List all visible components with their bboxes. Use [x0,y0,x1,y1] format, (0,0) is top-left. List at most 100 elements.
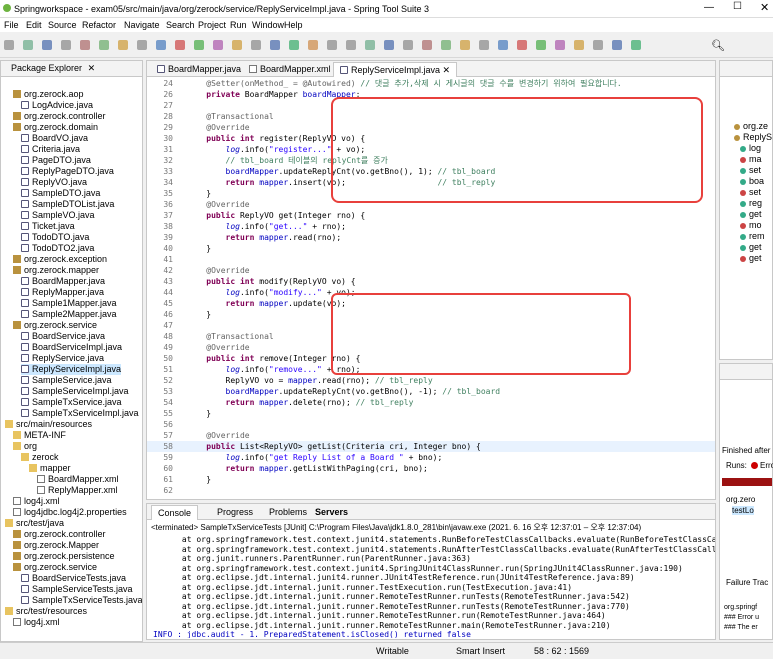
toolbar-tool-icon[interactable] [156,40,166,50]
tree-item[interactable]: SampleDTOList.java [21,199,114,210]
tree-item[interactable]: BoardMapper.xml [37,474,119,485]
quick-access-search-icon[interactable]: 🔍︎ [711,39,725,52]
tree-item[interactable]: org [13,441,37,452]
tree-item[interactable]: SampleServiceImpl.java [21,386,129,397]
tree-item[interactable]: SampleServiceTests.java [21,584,133,595]
outline-item[interactable]: org.ze [734,121,768,132]
menu-item-source[interactable]: Source [48,20,77,30]
toolbar-tool-icon[interactable] [403,40,413,50]
outline-item[interactable]: log [740,143,761,154]
outline-item[interactable]: reg [740,198,762,209]
toolbar-tool-icon[interactable] [80,40,90,50]
tree-item[interactable]: log4j.xml [13,617,60,628]
outline-item[interactable]: set [740,165,761,176]
outline-item[interactable]: boa [740,176,764,187]
toolbar-tool-icon[interactable] [251,40,261,50]
toolbar-tool-icon[interactable] [232,40,242,50]
tree-item[interactable]: zerock [21,452,59,463]
toolbar-tool-icon[interactable] [460,40,470,50]
tree-item[interactable]: ReplyService.java [21,353,104,364]
outline-item[interactable]: set [740,187,761,198]
editor-tab[interactable]: ReplyServiceImpl.java ✕ [333,62,458,77]
toolbar-tool-icon[interactable] [23,40,33,50]
tree-item[interactable]: org.zerock.aop [13,89,84,100]
tree-item[interactable]: BoardMapper.java [21,276,105,287]
tree-item[interactable]: BoardServiceImpl.java [21,342,122,353]
toolbar-tool-icon[interactable] [631,40,641,50]
outline-item[interactable]: ma [740,154,762,165]
toolbar-tool-icon[interactable] [213,40,223,50]
toolbar-tool-icon[interactable] [479,40,489,50]
outline-item[interactable]: ReplyS [734,132,772,143]
tree-item[interactable]: org.zerock.domain [13,122,98,133]
menu-item-run[interactable]: Run [230,20,247,30]
console-tab[interactable]: Problems [263,505,313,520]
close-icon[interactable]: ✕ [88,63,96,73]
toolbar-tool-icon[interactable] [4,40,14,50]
close-icon[interactable]: ✕ [440,65,451,75]
menu-item-refactor[interactable]: Refactor [82,20,116,30]
tree-item[interactable]: LogAdvice.java [21,100,93,111]
toolbar-tool-icon[interactable] [175,40,185,50]
tree-item[interactable]: Sample1Mapper.java [21,298,117,309]
outline-item[interactable]: get [740,242,762,253]
toolbar-tool-icon[interactable] [270,40,280,50]
tree-item[interactable]: ReplyServiceImpl.java [21,364,122,375]
tree-item[interactable]: META-INF [13,430,66,441]
tree-item[interactable]: SampleDTO.java [21,188,100,199]
menu-item-search[interactable]: Search [166,20,195,30]
toolbar-tool-icon[interactable] [612,40,622,50]
tree-item[interactable]: SampleTxServiceTests.java [21,595,142,606]
tree-item[interactable]: log4jdbc.log4j2.properties [13,507,127,518]
console-output[interactable]: at org.springframework.test.context.juni… [147,534,715,638]
toolbar-tool-icon[interactable] [593,40,603,50]
toolbar-tool-icon[interactable] [536,40,546,50]
toolbar-tool-icon[interactable] [498,40,508,50]
menu-item-file[interactable]: File [4,20,19,30]
toolbar-tool-icon[interactable] [422,40,432,50]
menu-item-project[interactable]: Project [198,20,226,30]
toolbar-tool-icon[interactable] [99,40,109,50]
outline-item[interactable]: get [740,253,762,264]
tree-item[interactable]: ReplyMapper.java [21,287,104,298]
menu-item-window[interactable]: Window [252,20,284,30]
tree-item[interactable]: src/test/java [5,518,64,529]
toolbar-tool-icon[interactable] [289,40,299,50]
tree-item[interactable]: BoardServiceTests.java [21,573,126,584]
tree-item[interactable]: Criteria.java [21,144,80,155]
menu-item-navigate[interactable]: Navigate [124,20,160,30]
toolbar-tool-icon[interactable] [555,40,565,50]
toolbar-tool-icon[interactable] [194,40,204,50]
console-tab[interactable]: Progress [211,505,259,520]
editor-tab[interactable]: BoardMapper.java [151,62,247,77]
tree-item[interactable]: Ticket.java [21,221,75,232]
outline-item[interactable]: mo [740,220,762,231]
tree-item[interactable]: log4j.xml [13,496,60,507]
tree-item[interactable]: src/main/resources [5,419,92,430]
outline-item[interactable]: rem [740,231,765,242]
tree-item[interactable]: Sample2Mapper.java [21,309,117,320]
menu-item-help[interactable]: Help [284,20,303,30]
tree-item[interactable]: org.zerock.persistence [13,551,115,562]
tree-item[interactable]: SampleService.java [21,375,112,386]
close-button[interactable]: ✕ [760,1,769,14]
tree-item[interactable]: org.zerock.mapper [13,265,99,276]
toolbar-tool-icon[interactable] [517,40,527,50]
tree-item[interactable]: TodoDTO2.java [21,243,94,254]
toolbar-tool-icon[interactable] [441,40,451,50]
maximize-button[interactable]: ☐ [733,1,742,12]
editor-tab[interactable]: BoardMapper.xml [243,62,337,77]
tree-item[interactable]: org.zerock.Mapper [13,540,99,551]
toolbar-tool-icon[interactable] [384,40,394,50]
toolbar-tool-icon[interactable] [574,40,584,50]
minimize-button[interactable]: — [704,2,714,13]
tree-item[interactable]: TodoDTO.java [21,232,89,243]
tree-item[interactable]: PageDTO.java [21,155,91,166]
tree-item[interactable]: src/test/resources [5,606,87,617]
tree-item[interactable]: BoardService.java [21,331,105,342]
tree-item[interactable]: org.zerock.exception [13,254,107,265]
menu-item-edit[interactable]: Edit [26,20,42,30]
package-explorer-tab[interactable]: Package Explorer ✕ [3,63,95,78]
tree-item[interactable]: org.zerock.controller [13,111,106,122]
tree-item[interactable]: ReplyMapper.xml [37,485,118,496]
